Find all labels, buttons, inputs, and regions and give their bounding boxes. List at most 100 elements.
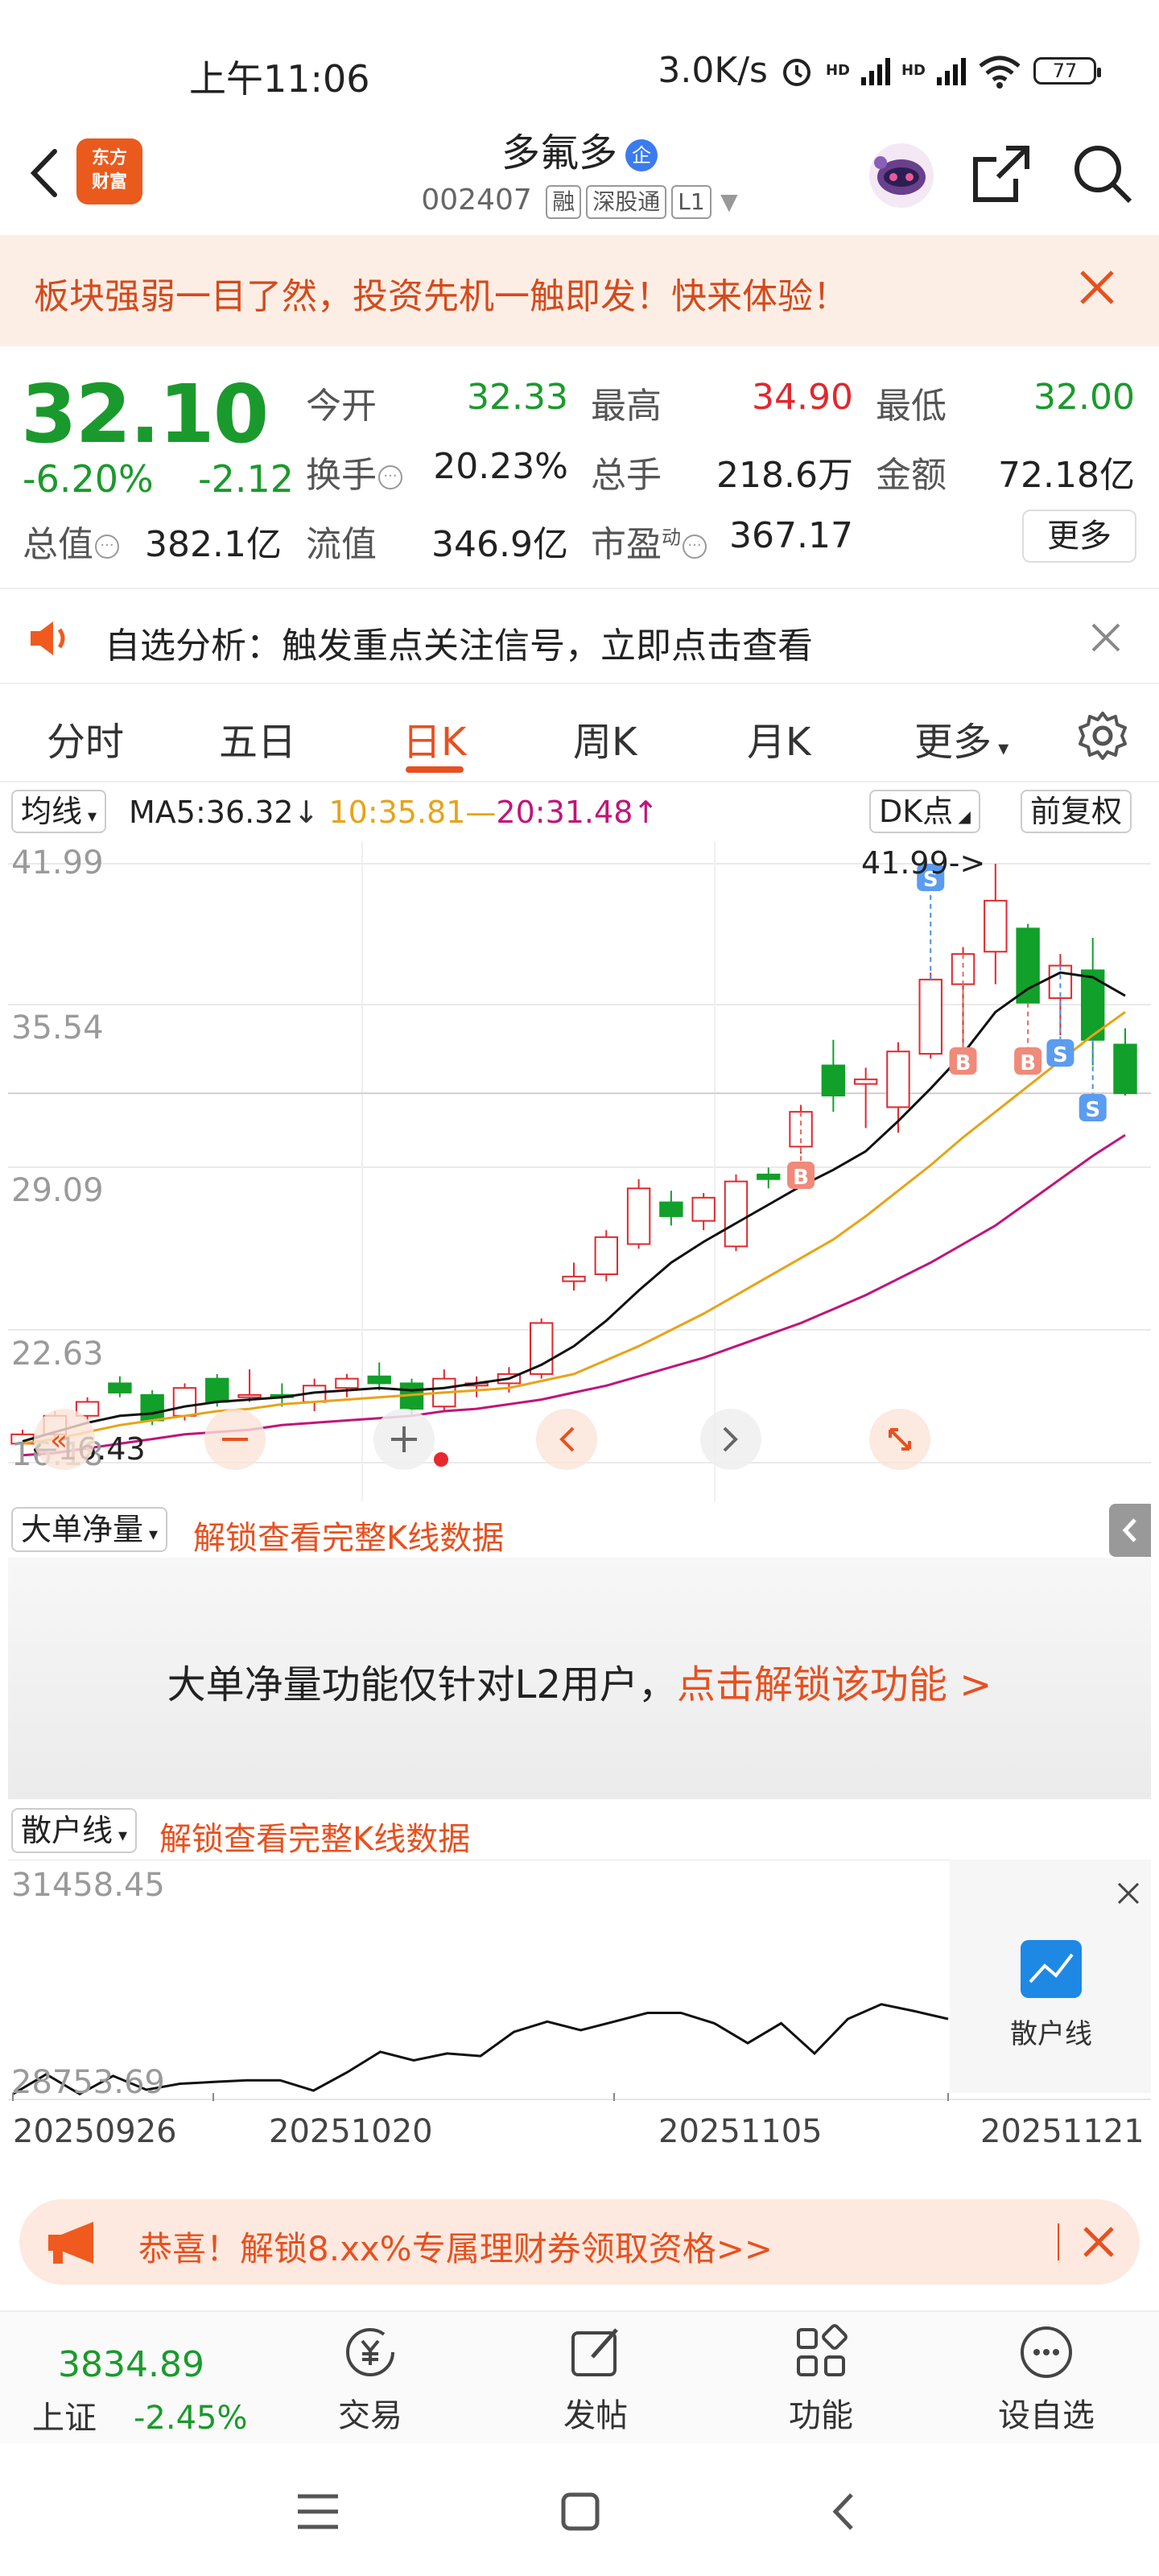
signal-icon-2 — [937, 56, 966, 85]
add-watchlist-button[interactable]: 设自选 — [982, 2322, 1111, 2436]
ma20-value: 20:31.48 — [496, 795, 633, 830]
signal-letter: B — [1020, 1051, 1036, 1075]
candle-body — [530, 1322, 554, 1375]
period-tabs: 分时 五日 日K 周K 月K 更多 ▾ — [0, 684, 1159, 782]
big-order-select[interactable]: 大单净量 ▾ — [11, 1507, 168, 1552]
signal-letter: B — [955, 1051, 971, 1075]
trade-button[interactable]: 交易 — [306, 2322, 435, 2436]
megaphone-icon — [48, 2222, 93, 2264]
stock-code: 002407 — [421, 184, 532, 217]
last-price: 32.10 — [21, 367, 269, 461]
ma5-value: MA5:36.32 — [129, 795, 294, 830]
signal-alert-bar[interactable]: 自选分析：触发重点关注信号，立即点击查看 — [0, 588, 1159, 684]
stock-name: 多氟多 — [501, 130, 617, 175]
net-speed: 3.0K/s — [658, 50, 768, 91]
scroll-right-button[interactable] — [700, 1409, 761, 1470]
open-label: 今开 — [306, 386, 377, 427]
candle-body — [757, 1173, 781, 1180]
candle-body — [594, 1236, 618, 1275]
amount-value: 72.18亿 — [998, 455, 1135, 496]
functions-button[interactable]: 功能 — [757, 2322, 885, 2436]
candle-body — [237, 1393, 262, 1398]
hd-label-2: HD — [901, 62, 926, 79]
market-cap-label: 总值 ··· — [23, 515, 119, 567]
date-axis: 20250926 20251020 20251105 20251121 — [0, 2113, 1159, 2161]
ma10-line — [22, 1010, 1126, 1445]
tab-daily-k[interactable]: 日K — [402, 710, 466, 766]
search-icon[interactable] — [1070, 142, 1135, 206]
retail-line-icon — [1021, 1940, 1082, 1998]
close-icon[interactable] — [1090, 621, 1122, 654]
system-nav-bar — [0, 2443, 1159, 2576]
scroll-left-button[interactable] — [536, 1409, 597, 1470]
hd-label-1: HD — [825, 62, 850, 79]
candle-body — [1016, 927, 1040, 1004]
divider — [1058, 2223, 1059, 2260]
close-icon[interactable] — [1077, 267, 1117, 308]
y-tick-label: 35.54 — [11, 1009, 104, 1046]
close-icon[interactable] — [1080, 2223, 1117, 2260]
post-button[interactable]: 发帖 — [531, 2322, 660, 2436]
float-cap-label: 流值 — [306, 524, 377, 565]
share-icon[interactable] — [971, 143, 1032, 204]
ma10-value: 10:35.81 — [328, 795, 466, 830]
settings-gear-icon[interactable] — [1077, 710, 1128, 762]
adjust-select[interactable]: 前复权 — [1021, 790, 1132, 833]
y-tick-label: 29.09 — [11, 1172, 104, 1209]
tab-intraday[interactable]: 分时 — [47, 710, 124, 766]
side-collapse-tab[interactable] — [1109, 1504, 1151, 1557]
unlock-link[interactable]: 点击解锁该功能 > — [677, 1662, 992, 1707]
big-order-locked-panel[interactable]: 大单净量功能仅针对L2用户，点击解锁该功能 > — [8, 1558, 1151, 1799]
wifi-icon — [979, 56, 1021, 89]
menu-icon[interactable] — [296, 2493, 340, 2530]
turnover-value: 20.23% — [433, 446, 568, 487]
grid-apps-icon — [797, 2324, 848, 2376]
double-left-icon: « — [50, 1424, 68, 1457]
retail-min-label: 28753.69 — [11, 2064, 165, 2101]
promo-coupon-bar[interactable]: 恭喜！解锁8.xx%专属理财券领取资格>> — [19, 2199, 1140, 2285]
candle-body — [691, 1196, 716, 1222]
alarm-icon — [782, 58, 810, 86]
tab-five-day[interactable]: 五日 — [219, 710, 296, 766]
tab-more[interactable]: 更多 ▾ — [914, 710, 1008, 766]
big-order-unlock-link[interactable]: 解锁查看完整K线数据 — [193, 1512, 504, 1558]
kline-chart[interactable]: SSBBSB 41.99 35.54 29.09 22.63 16.18 41.… — [8, 841, 1151, 1501]
volume-value: 218.6万 — [716, 455, 853, 496]
dropdown-caret-icon[interactable]: ▼ — [720, 188, 738, 215]
candle-body — [562, 1275, 586, 1282]
ma-select[interactable]: 均线 ▾ — [11, 790, 107, 833]
candle-body — [724, 1180, 749, 1248]
more-button[interactable]: 更多 — [1022, 510, 1136, 563]
stock-header: 东方财富 多氟多企 002407 融深股通 L1 ▼ — [0, 121, 1159, 233]
candle-body — [984, 899, 1008, 953]
retail-line-select[interactable]: 散户线 ▾ — [11, 1808, 138, 1853]
active-tab-indicator — [406, 766, 464, 773]
retail-line-chart[interactable]: 31458.45 28753.69 散户线 — [8, 1860, 1151, 2101]
tab-weekly-k[interactable]: 周K — [573, 710, 637, 766]
ma-values: MA5:36.32↓ 10:35.81—20:31.48↑ — [129, 795, 659, 830]
tag-connect: 深股通 — [586, 185, 667, 219]
promo-coupon-text: 恭喜！解锁8.xx%专属理财券领取资格>> — [138, 2229, 773, 2268]
candle-body — [886, 1051, 910, 1108]
signal-letter: S — [1053, 1043, 1068, 1067]
dk-point-select[interactable]: DK点 ◢ — [869, 790, 980, 833]
retail-unlock-link[interactable]: 解锁查看完整K线数据 — [159, 1813, 470, 1860]
retail-badge[interactable]: 散户线 — [950, 1860, 1151, 2093]
status-bar: 上午11:06 3.0K/s HD HD 77 — [0, 0, 1159, 121]
back-nav-icon[interactable] — [827, 2491, 860, 2532]
high-label: 最高 — [591, 386, 662, 427]
open-value: 32.33 — [467, 377, 568, 418]
index-ticker[interactable]: 3834.89 上证 -2.45% — [32, 2344, 248, 2438]
date-label: 20251121 — [980, 2113, 1145, 2150]
low-label: 最低 — [876, 386, 947, 427]
tab-monthly-k[interactable]: 月K — [747, 710, 810, 766]
robot-assistant-icon[interactable] — [864, 138, 938, 213]
pe-value: 367.17 — [729, 515, 853, 556]
candle-body — [1113, 1043, 1137, 1095]
big-order-header: 大单净量 ▾ 解锁查看完整K线数据 — [0, 1504, 1159, 1560]
notification-dot — [434, 1452, 448, 1467]
home-icon[interactable] — [560, 2491, 600, 2532]
date-label: 20251105 — [658, 2113, 823, 2150]
promo-banner[interactable]: 板块强弱一目了然，投资先机一触即发！快来体验！ — [0, 235, 1159, 346]
candle-body — [626, 1187, 651, 1245]
